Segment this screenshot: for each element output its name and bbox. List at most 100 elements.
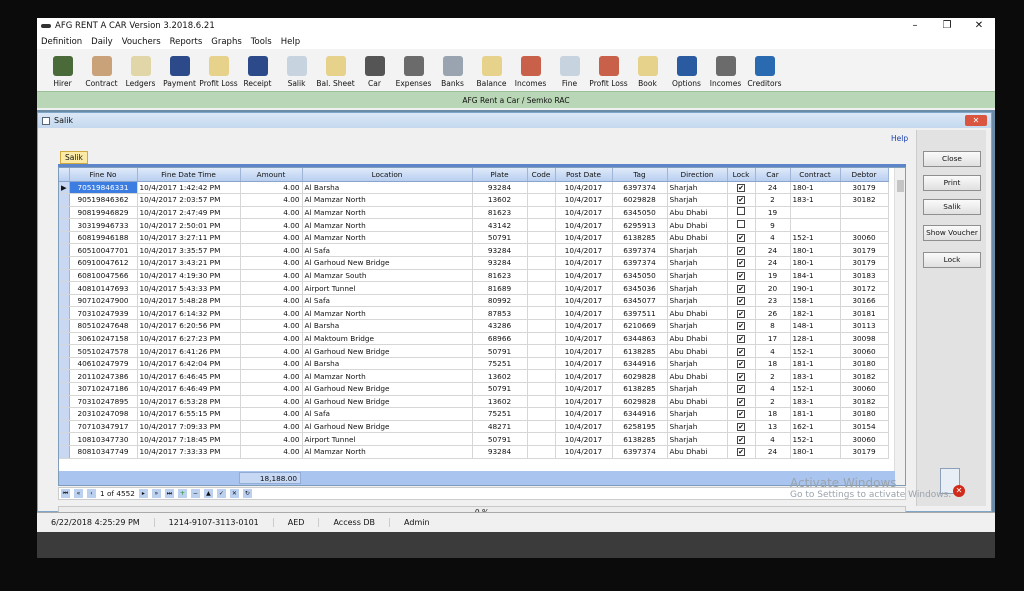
lock-checkbox[interactable]: ✔	[737, 309, 745, 318]
help-link[interactable]: Help	[891, 134, 908, 143]
toolbar-profit-loss-button[interactable]: Profit Loss	[589, 56, 628, 91]
lock-checkbox[interactable]: ✔	[737, 360, 745, 369]
toolbar-car-button[interactable]: Car	[355, 56, 394, 91]
last-record-button[interactable]: ⏭	[164, 489, 174, 498]
menu-help[interactable]: Help	[281, 37, 300, 47]
close-button[interactable]: Close	[923, 151, 981, 167]
lock-checkbox-cell[interactable]: ✔	[727, 269, 756, 283]
lock-checkbox[interactable]: ✔	[737, 334, 745, 343]
lock-checkbox-cell[interactable]: ✔	[727, 306, 756, 321]
table-row[interactable]: 20110247386 10/4/2017 6:46:45 PM 4.00 Al Ma…	[59, 369, 889, 383]
menu-reports[interactable]: Reports	[170, 37, 203, 47]
column-header[interactable]: Plate	[472, 168, 528, 182]
toolbar-contract-button[interactable]: Contract	[82, 56, 121, 91]
toolbar-fine-button[interactable]: Fine	[550, 56, 589, 91]
row-selector[interactable]	[59, 407, 70, 421]
row-selector[interactable]	[59, 357, 70, 371]
row-selector[interactable]	[59, 319, 70, 333]
close-window-button[interactable]: ✕	[963, 18, 995, 34]
lock-checkbox[interactable]	[737, 220, 745, 229]
lock-checkbox-cell[interactable]: ✔	[727, 181, 756, 195]
column-header[interactable]: Lock	[727, 168, 756, 182]
lock-checkbox[interactable]: ✔	[737, 259, 745, 268]
row-selector[interactable]: ▶	[59, 181, 70, 195]
row-selector[interactable]	[59, 218, 70, 232]
lock-checkbox[interactable]: ✔	[737, 246, 745, 255]
row-selector[interactable]	[59, 332, 70, 346]
table-row[interactable]: 30710247186 10/4/2017 6:46:49 PM 4.00 Al Ga…	[59, 382, 889, 396]
row-selector[interactable]	[59, 294, 70, 308]
lock-checkbox[interactable]: ✔	[737, 284, 745, 293]
table-row[interactable]: 70310247895 10/4/2017 6:53:28 PM 4.00 Al Ga…	[59, 395, 889, 409]
table-row[interactable]: 40810147693 10/4/2017 5:43:33 PM 4.00 Airpo…	[59, 281, 889, 295]
vertical-scrollbar[interactable]	[894, 168, 905, 485]
table-row[interactable]: 80510247648 10/4/2017 6:20:56 PM 4.00 Al Ba…	[59, 319, 889, 333]
row-selector[interactable]	[59, 243, 70, 258]
row-selector[interactable]	[59, 432, 70, 446]
column-header[interactable]: Tag	[612, 168, 668, 182]
row-selector[interactable]	[59, 206, 70, 220]
row-selector[interactable]	[59, 306, 70, 321]
lock-checkbox-cell[interactable]: ✔	[727, 231, 756, 245]
toolbar-bal-sheet-button[interactable]: Bal. Sheet	[316, 56, 355, 91]
row-selector[interactable]	[59, 344, 70, 358]
lock-checkbox-cell[interactable]: ✔	[727, 382, 756, 396]
delete-record-icon[interactable]: −	[190, 489, 200, 498]
table-row[interactable]: 50510247578 10/4/2017 6:41:26 PM 4.00 Al Ga…	[59, 344, 889, 358]
menu-graphs[interactable]: Graphs	[211, 37, 242, 47]
lock-checkbox[interactable]: ✔	[737, 448, 745, 457]
lock-checkbox-cell[interactable]: ✔	[727, 420, 756, 434]
salik-button[interactable]: Salik	[923, 199, 981, 215]
lock-checkbox-cell[interactable]: ✔	[727, 243, 756, 258]
menu-definition[interactable]: Definition	[41, 37, 82, 47]
lock-checkbox-cell[interactable]	[727, 206, 756, 220]
column-header[interactable]: Location	[302, 168, 473, 182]
lock-checkbox-cell[interactable]: ✔	[727, 193, 756, 207]
table-row[interactable]: 70710347917 10/4/2017 7:09:33 PM 4.00 Al Ga…	[59, 420, 889, 434]
toolbar-payment-button[interactable]: Payment	[160, 56, 199, 91]
table-row[interactable]: 60510047701 10/4/2017 3:35:57 PM 4.00 Al Sa…	[59, 243, 889, 258]
lock-checkbox[interactable]: ✔	[737, 410, 745, 419]
apply-icon[interactable]: ✓	[216, 489, 226, 498]
close-child-icon[interactable]: ✕	[965, 115, 987, 126]
row-selector[interactable]	[59, 420, 70, 434]
table-row[interactable]: 10810347730 10/4/2017 7:18:45 PM 4.00 Airpo…	[59, 432, 889, 446]
lock-checkbox[interactable]: ✔	[737, 322, 745, 331]
column-header[interactable]: Fine No	[69, 168, 138, 182]
lock-checkbox-cell[interactable]: ✔	[727, 395, 756, 409]
table-row[interactable]: 90519846362 10/4/2017 2:03:57 PM 4.00 Al Ma…	[59, 193, 889, 207]
lock-checkbox[interactable]: ✔	[737, 347, 745, 356]
toolbar-balance-button[interactable]: Balance	[472, 56, 511, 91]
row-selector[interactable]	[59, 395, 70, 409]
toolbar-creditors-button[interactable]: Creditors	[745, 56, 784, 91]
toolbar-ledgers-button[interactable]: Ledgers	[121, 56, 160, 91]
lock-checkbox-cell[interactable]: ✔	[727, 369, 756, 383]
lock-checkbox-cell[interactable]: ✔	[727, 445, 756, 459]
toolbar-banks-button[interactable]: Banks	[433, 56, 472, 91]
toolbar-profit-loss-button[interactable]: Profit Loss	[199, 56, 238, 91]
row-selector[interactable]	[59, 369, 70, 383]
column-header[interactable]: Code	[527, 168, 556, 182]
minimize-button[interactable]: –	[899, 18, 931, 34]
column-header[interactable]: Amount	[240, 168, 303, 182]
lock-checkbox-cell[interactable]: ✔	[727, 256, 756, 270]
column-header[interactable]: Contract	[790, 168, 841, 182]
table-row[interactable]: 90710247900 10/4/2017 5:48:28 PM 4.00 Al Sa…	[59, 294, 889, 308]
table-row[interactable]: 60810047566 10/4/2017 4:19:30 PM 4.00 Al Ma…	[59, 269, 889, 283]
next-record-button[interactable]: ▸	[138, 489, 148, 498]
lock-checkbox-cell[interactable]: ✔	[727, 432, 756, 446]
lock-checkbox-cell[interactable]: ✔	[727, 332, 756, 346]
table-row[interactable]: ▶ 70519846331 10/4/2017 1:42:42 PM 4.00 Al B…	[59, 181, 889, 195]
toolbar-hirer-button[interactable]: Hirer	[43, 56, 82, 91]
row-selector[interactable]	[59, 382, 70, 396]
table-row[interactable]: 90819946829 10/4/2017 2:47:49 PM 4.00 Al Ma…	[59, 206, 889, 220]
toolbar-expenses-button[interactable]: Expenses	[394, 56, 433, 91]
toolbar-receipt-button[interactable]: Receipt	[238, 56, 277, 91]
row-selector[interactable]	[59, 281, 70, 295]
menu-vouchers[interactable]: Vouchers	[122, 37, 161, 47]
lock-checkbox-cell[interactable]	[727, 218, 756, 232]
lock-checkbox[interactable]: ✔	[737, 234, 745, 243]
lock-checkbox[interactable]: ✔	[737, 372, 745, 381]
row-selector[interactable]	[59, 445, 70, 459]
menu-tools[interactable]: Tools	[251, 37, 272, 47]
